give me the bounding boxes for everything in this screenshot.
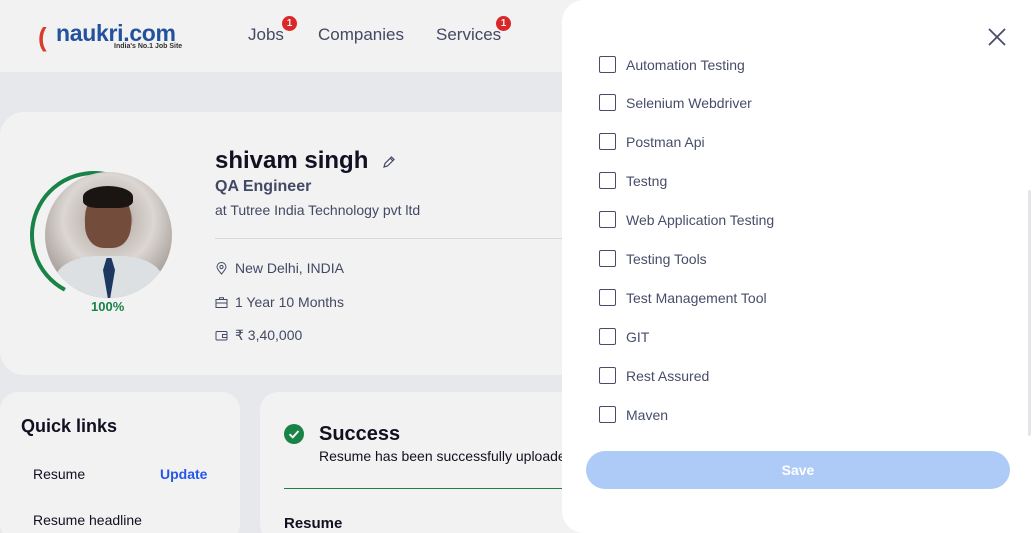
skill-option[interactable]: Postman Api bbox=[599, 133, 705, 150]
skill-checkbox[interactable] bbox=[599, 94, 616, 111]
skill-option[interactable]: Test Management Tool bbox=[599, 289, 767, 306]
key-skills-drawer: Automation Testing Selenium Webdriver Po… bbox=[562, 0, 1034, 533]
skill-option[interactable]: Testng bbox=[599, 172, 667, 189]
skill-checkbox[interactable] bbox=[599, 56, 616, 73]
skill-label: Postman Api bbox=[626, 133, 705, 150]
skill-label: Rest Assured bbox=[626, 367, 710, 384]
skill-checkbox[interactable] bbox=[599, 172, 616, 189]
skill-label: GIT bbox=[626, 328, 650, 345]
save-button[interactable]: Save bbox=[586, 451, 1010, 489]
skill-checkbox[interactable] bbox=[599, 250, 616, 267]
skill-label: Maven bbox=[626, 406, 669, 423]
skill-option[interactable]: Maven bbox=[599, 406, 668, 423]
skill-option[interactable]: Testing Tools bbox=[599, 250, 707, 267]
skill-option[interactable]: Rest Assured bbox=[599, 367, 709, 384]
skill-checkbox[interactable] bbox=[599, 328, 616, 345]
skill-label: Testing Tools bbox=[626, 250, 707, 267]
skill-label: Web Application Testing bbox=[626, 211, 775, 228]
skill-suggestion-list[interactable]: Automation Testing Selenium Webdriver Po… bbox=[562, 0, 1002, 436]
drawer-scrollbar[interactable] bbox=[1028, 190, 1031, 436]
skill-checkbox[interactable] bbox=[599, 289, 616, 306]
skill-label: Test Management Tool bbox=[626, 289, 767, 306]
skill-option[interactable]: Automation Testing bbox=[599, 56, 745, 73]
skill-label: Automation Testing bbox=[626, 56, 745, 73]
skill-checkbox[interactable] bbox=[599, 406, 616, 423]
skill-option[interactable]: Selenium Webdriver bbox=[599, 94, 752, 111]
skill-checkbox[interactable] bbox=[599, 133, 616, 150]
skill-checkbox[interactable] bbox=[599, 211, 616, 228]
skill-option[interactable]: GIT bbox=[599, 328, 649, 345]
skill-label: Selenium Webdriver bbox=[626, 94, 752, 111]
skill-checkbox[interactable] bbox=[599, 367, 616, 384]
skill-option[interactable]: Web Application Testing bbox=[599, 211, 774, 228]
skill-label: Testng bbox=[626, 172, 668, 189]
